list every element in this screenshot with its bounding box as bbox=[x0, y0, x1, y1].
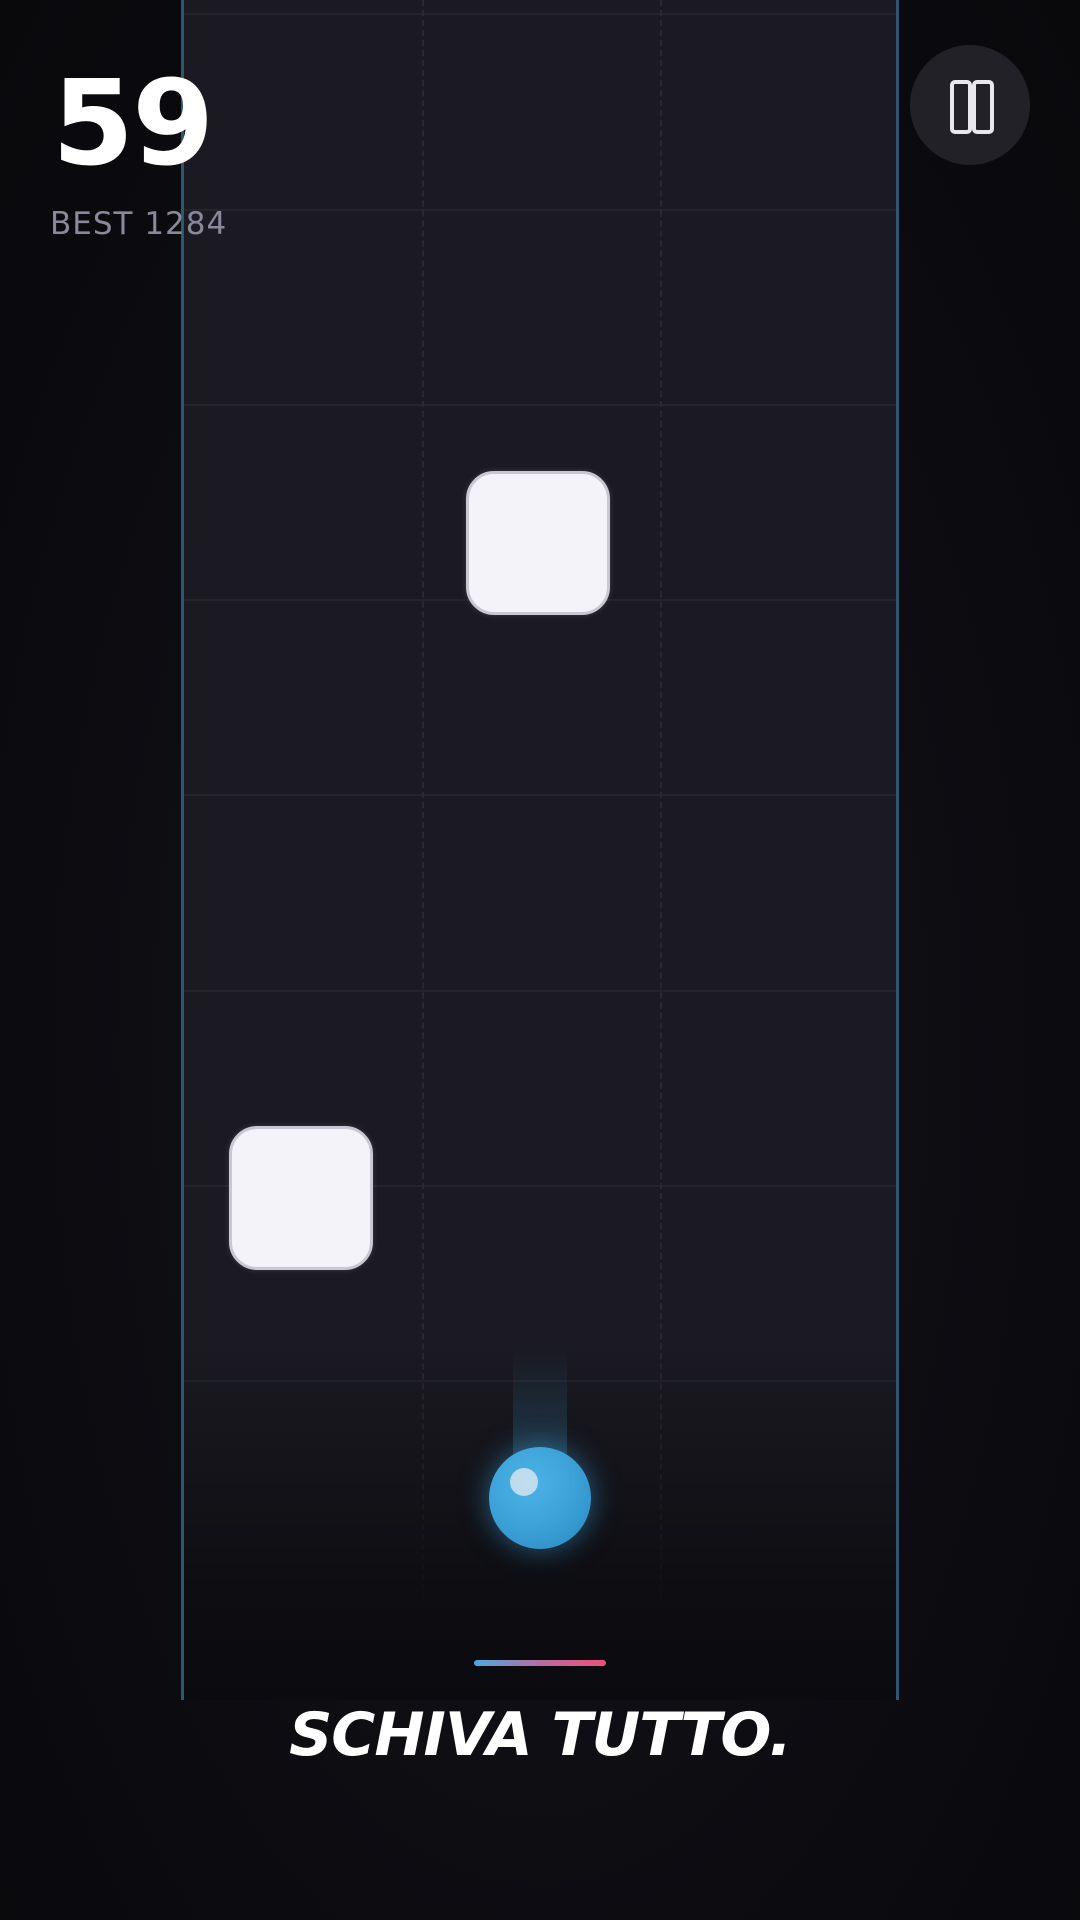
lane-divider bbox=[422, 0, 424, 1600]
pause-button[interactable] bbox=[910, 45, 1030, 165]
track-grid-line bbox=[184, 794, 896, 796]
score-counter: 59 bbox=[52, 54, 214, 192]
track-grid-line bbox=[184, 13, 896, 15]
ball-highlight bbox=[510, 1468, 538, 1496]
best-score: BEST 1284 bbox=[50, 206, 228, 242]
player-ball[interactable] bbox=[489, 1447, 591, 1549]
track-grid-line bbox=[184, 209, 896, 211]
obstacle-block bbox=[229, 1126, 373, 1270]
track-grid-line bbox=[184, 990, 896, 992]
track-grid-line bbox=[184, 404, 896, 406]
tagline: SCHIVA TUTTO. bbox=[289, 1700, 792, 1770]
obstacle-block bbox=[466, 471, 610, 615]
lane-divider bbox=[660, 0, 662, 1600]
accent-divider bbox=[474, 1660, 606, 1666]
game-screen[interactable]: 59 BEST 1284 SCHIVA TUTTO. bbox=[0, 0, 1080, 1920]
